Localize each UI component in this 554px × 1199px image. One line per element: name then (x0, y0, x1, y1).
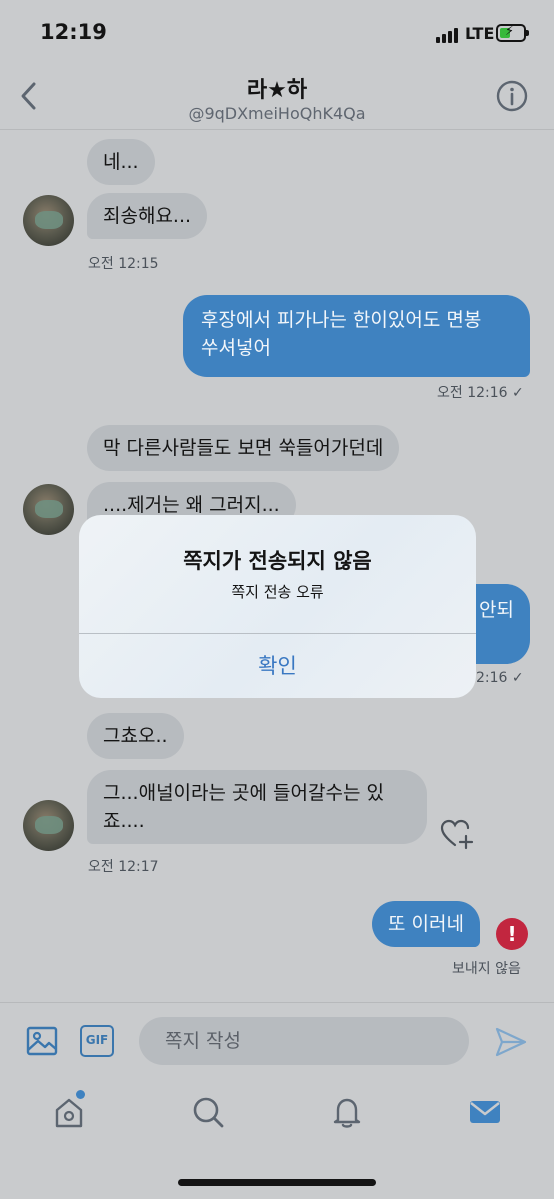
message-text-line: 죠.... (103, 810, 145, 832)
exclamation-icon[interactable]: ! (496, 918, 528, 950)
error-alert-dialog: 쪽지가 전송되지 않음 쪽지 전송 오류 확인 (79, 515, 476, 698)
home-icon (55, 1098, 83, 1128)
message-text-line: 쑤셔넣어 (201, 337, 271, 359)
compose-bar: GIF (0, 1002, 554, 1078)
message-text-line: 후장에서 피가나는 한이있어도 면봉 (201, 309, 482, 331)
message-text: 안되 (479, 599, 514, 621)
message-timestamp: 2:16 ✓ (476, 670, 524, 686)
tab-search[interactable] (190, 1094, 226, 1130)
info-button[interactable] (496, 80, 528, 112)
signal-icon (436, 27, 460, 43)
battery-icon: ⚡ (496, 24, 529, 42)
confirm-button[interactable]: 확인 (79, 634, 476, 698)
message-bubble-received[interactable]: 그...애널이라는 곳에 들어갈수는 있 죠.... (87, 770, 427, 844)
message-status: 보내지 않음 (452, 961, 521, 977)
conversation-title: 라★하 (246, 78, 308, 103)
home-indicator (178, 1179, 376, 1186)
alert-message: 쪽지 전송 오류 (231, 583, 324, 601)
message-bubble-received[interactable]: 죄송해요... (87, 193, 208, 239)
tab-bar (0, 1078, 554, 1199)
tab-home[interactable] (51, 1094, 87, 1130)
avatar[interactable] (23, 800, 74, 851)
tab-messages[interactable] (467, 1094, 503, 1130)
send-icon (495, 1027, 527, 1057)
status-bar: 12:19 LTE ⚡ (0, 0, 554, 62)
message-timestamp: 오전 12:16 ✓ (437, 385, 524, 401)
bell-icon (333, 1098, 361, 1128)
search-icon (193, 1097, 224, 1128)
conversation-header: 라★하 @9qDXmeiHoQhK4Qa (0, 62, 554, 130)
heart-plus-icon (440, 819, 474, 850)
message-bubble-received[interactable]: 네... (87, 139, 155, 185)
add-image-button[interactable] (26, 1025, 58, 1057)
mail-icon (470, 1101, 500, 1123)
conversation-handle: @9qDXmeiHoQhK4Qa (188, 104, 366, 123)
avatar[interactable] (23, 195, 74, 246)
info-icon (496, 80, 528, 112)
message-bubble-sent[interactable]: 후장에서 피가나는 한이있어도 면봉 쑤셔넣어 (183, 295, 530, 377)
alert-title: 쪽지가 전송되지 않음 (183, 549, 372, 573)
message-text-line: 그...애널이라는 곳에 들어갈수는 있 (103, 782, 384, 804)
message-input[interactable] (139, 1017, 469, 1065)
status-time: 12:19 (40, 20, 107, 44)
send-button[interactable] (494, 1025, 528, 1059)
tab-notifications[interactable] (329, 1094, 365, 1130)
image-icon (26, 1026, 58, 1056)
network-label: LTE (465, 24, 495, 43)
avatar[interactable] (23, 484, 74, 535)
message-bubble-received[interactable]: 막 다른사람들도 보면 쑥들어가던데 (87, 425, 400, 471)
message-timestamp: 오전 12:15 (88, 256, 159, 272)
home-notification-dot (76, 1090, 85, 1099)
message-timestamp: 오전 12:17 (88, 859, 159, 875)
message-bubble-sent[interactable]: 또 이러네 (372, 901, 480, 947)
add-gif-button[interactable]: GIF (80, 1025, 114, 1057)
like-button[interactable] (440, 818, 474, 850)
message-bubble-received[interactable]: 그쵸오.. (87, 713, 184, 759)
